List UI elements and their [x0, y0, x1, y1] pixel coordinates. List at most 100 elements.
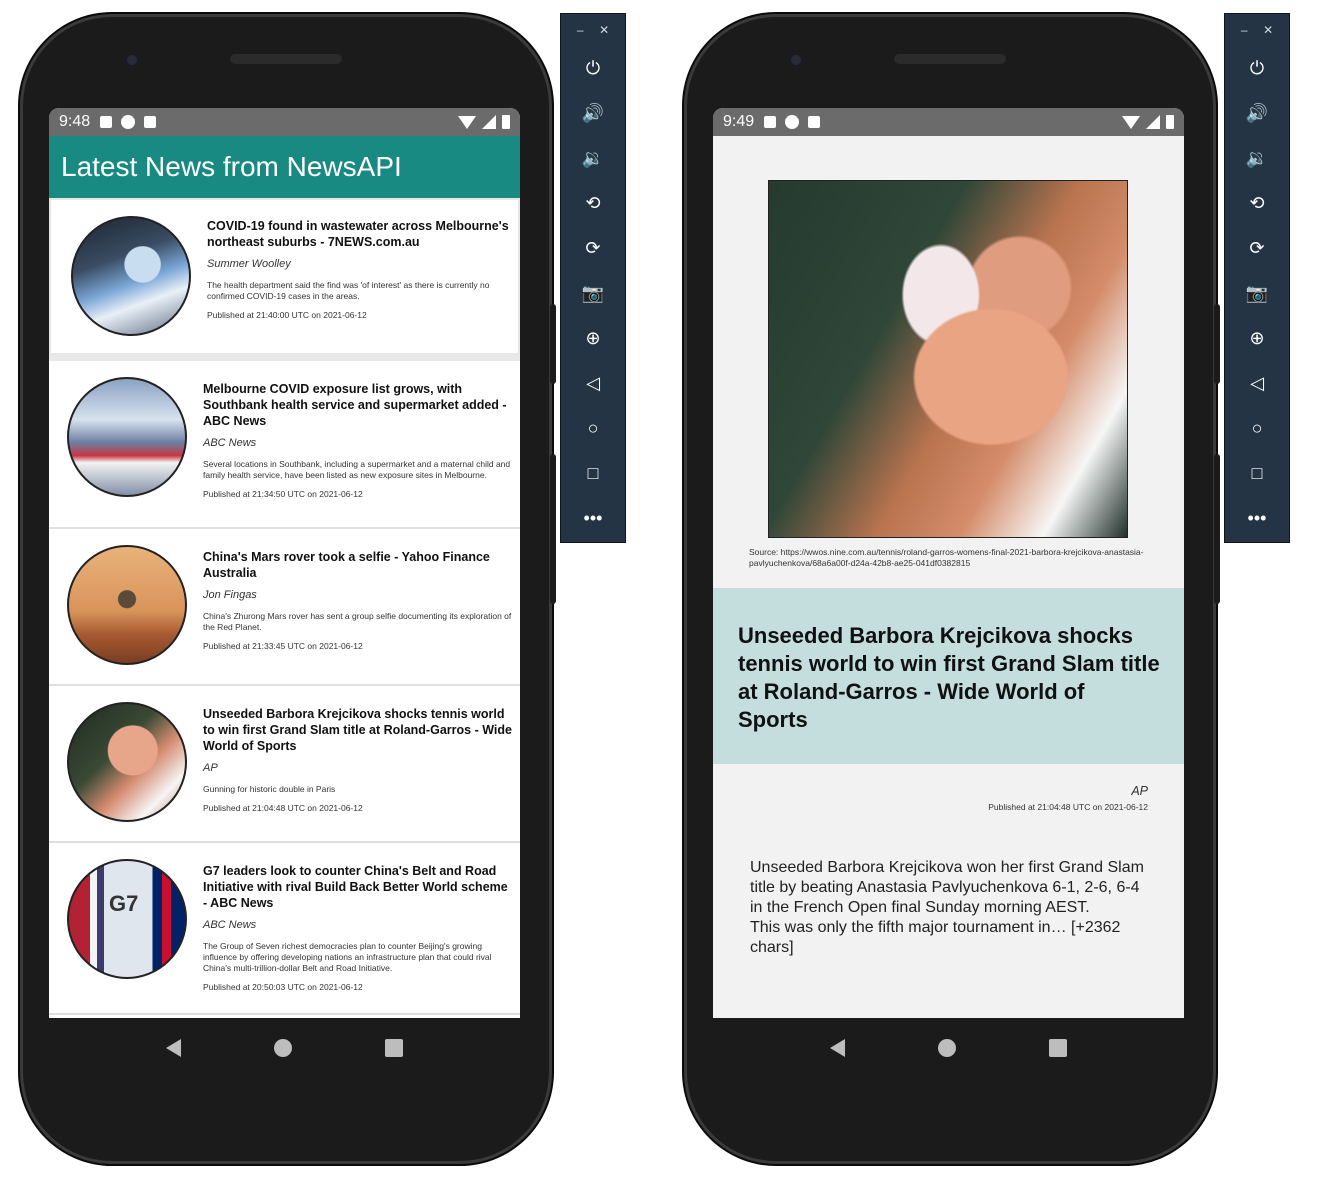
phone-frame-left: 9:48 Latest News from NewsAPI COVID-19 f… [20, 14, 556, 1164]
overview-icon[interactable]: □ [561, 451, 625, 496]
minimize-icon[interactable]: – [577, 23, 584, 37]
article-description: The Group of Seven richest democracies p… [203, 941, 492, 973]
close-icon[interactable]: ✕ [599, 23, 609, 37]
notification-a-icon [764, 116, 777, 128]
close-icon[interactable]: ✕ [1263, 23, 1273, 37]
notification-a-icon [100, 116, 113, 128]
rotate-right-icon[interactable]: ⟳ [1225, 226, 1289, 271]
more-icon[interactable]: ••• [1225, 496, 1289, 541]
rotate-left-icon[interactable]: ⟲ [561, 181, 625, 226]
article-author: ABC News [203, 919, 257, 931]
article-published: Published at 21:04:48 UTC on 2021-06-12 [203, 803, 363, 813]
power-side-button [550, 304, 556, 384]
article-published: Published at 21:33:45 UTC on 2021-06-12 [203, 641, 363, 651]
article-thumbnail [67, 702, 187, 822]
zoom-icon[interactable]: ⊕ [1225, 316, 1289, 361]
app-title: Latest News from NewsAPI [61, 151, 402, 182]
article-author: AP [203, 762, 218, 774]
article-image [768, 180, 1128, 538]
article-card[interactable]: China's Mars rover took a selfie - Yahoo… [49, 529, 520, 686]
back-icon[interactable]: ◁ [561, 361, 625, 406]
home-icon[interactable]: ○ [1225, 406, 1289, 451]
system-nav-bar [49, 1018, 520, 1078]
article-title: Melbourne COVID exposure list grows, wit… [203, 382, 507, 428]
sd-card-icon [144, 116, 157, 128]
power-icon[interactable]: ⏻ [561, 46, 625, 91]
emulator-toolbar-right: – ✕ ⏻ 🔊 🔉 ⟲ ⟳ 📷 ⊕ ◁ ○ □ ••• [1224, 13, 1290, 543]
nav-home-icon[interactable] [273, 1039, 292, 1057]
earpiece-speaker [894, 54, 1006, 64]
volume-side-button [1214, 454, 1220, 604]
minimize-icon[interactable]: – [1241, 23, 1248, 37]
status-bar: 9:48 [49, 108, 520, 136]
volume-up-icon[interactable]: 🔊 [1225, 91, 1289, 136]
zoom-icon[interactable]: ⊕ [561, 316, 625, 361]
wifi-icon [1122, 115, 1140, 129]
camera-icon[interactable]: 📷 [1225, 271, 1289, 316]
overview-icon[interactable]: □ [1225, 451, 1289, 496]
article-title: Unseeded Barbora Krejcikova shocks tenni… [203, 707, 512, 753]
article-thumbnail [67, 377, 187, 497]
article-author: AP [1131, 784, 1148, 798]
article-description: Gunning for historic double in Paris [203, 784, 336, 794]
notification-p-icon [785, 115, 800, 129]
article-title: G7 leaders look to counter China's Belt … [203, 864, 508, 910]
article-author: Summer Woolley [207, 258, 291, 270]
volume-up-icon[interactable]: 🔊 [561, 91, 625, 136]
article-card[interactable]: COVID-19 found in wastewater across Melb… [49, 198, 520, 355]
front-camera [124, 52, 140, 68]
app-bar: Latest News from NewsAPI [49, 136, 520, 198]
nav-recents-icon[interactable] [385, 1039, 404, 1057]
article-source-url[interactable]: Source: https://wwos.nine.com.au/tennis/… [749, 547, 1153, 569]
article-thumbnail: G7 [67, 859, 187, 979]
signal-icon [1146, 115, 1160, 129]
article-title: COVID-19 found in wastewater across Melb… [207, 219, 509, 249]
system-nav-bar [713, 1018, 1184, 1078]
status-time: 9:49 [723, 113, 755, 130]
wifi-icon [458, 115, 476, 129]
article-card[interactable]: Melbourne COVID exposure list grows, wit… [49, 361, 520, 529]
battery-icon [1166, 115, 1174, 129]
power-side-button [1214, 304, 1220, 384]
article-detail[interactable]: Source: https://wwos.nine.com.au/tennis/… [713, 136, 1184, 1018]
power-icon[interactable]: ⏻ [1225, 46, 1289, 91]
rotate-left-icon[interactable]: ⟲ [1225, 181, 1289, 226]
article-published: Published at 21:40:00 UTC on 2021-06-12 [207, 310, 367, 320]
article-description: Several locations in Southbank, includin… [203, 459, 511, 480]
article-published: Published at 21:34:50 UTC on 2021-06-12 [203, 489, 363, 499]
article-thumbnail [71, 216, 191, 336]
article-card[interactable]: Unseeded Barbora Krejcikova shocks tenni… [49, 686, 520, 843]
article-author: ABC News [203, 437, 257, 449]
volume-down-icon[interactable]: 🔉 [1225, 136, 1289, 181]
rotate-right-icon[interactable]: ⟳ [561, 226, 625, 271]
status-time: 9:48 [59, 113, 91, 130]
article-detail-screen: 9:49 Source: https://wwos.nine.com.au/te… [713, 108, 1184, 1018]
back-icon[interactable]: ◁ [1225, 361, 1289, 406]
volume-down-icon[interactable]: 🔉 [561, 136, 625, 181]
signal-icon [482, 115, 496, 129]
more-icon[interactable]: ••• [561, 496, 625, 541]
nav-home-icon[interactable] [937, 1039, 956, 1057]
sd-card-icon [808, 116, 821, 128]
emulator-toolbar-left: – ✕ ⏻ 🔊 🔉 ⟲ ⟳ 📷 ⊕ ◁ ○ □ ••• [560, 13, 626, 543]
article-author: Jon Fingas [203, 589, 257, 601]
nav-recents-icon[interactable] [1049, 1039, 1068, 1057]
status-bar: 9:49 [713, 108, 1184, 136]
article-card[interactable]: G7 G7 leaders look to counter China's Be… [49, 843, 520, 1015]
phone-frame-right: 9:49 Source: https://wwos.nine.com.au/te… [684, 14, 1220, 1164]
nav-back-icon[interactable] [165, 1039, 181, 1057]
g7-logo-text: G7 [109, 891, 139, 916]
nav-back-icon[interactable] [829, 1039, 845, 1057]
earpiece-speaker [230, 54, 342, 64]
article-title: Unseeded Barbora Krejcikova shocks tenni… [738, 623, 1160, 732]
news-list-screen: 9:48 Latest News from NewsAPI COVID-19 f… [49, 108, 520, 1018]
notification-p-icon [121, 115, 136, 129]
article-description: China's Zhurong Mars rover has sent a gr… [203, 611, 512, 632]
article-published: Published at 21:04:48 UTC on 2021-06-12 [988, 802, 1148, 812]
article-title-box: Unseeded Barbora Krejcikova shocks tenni… [713, 588, 1184, 764]
article-list[interactable]: COVID-19 found in wastewater across Melb… [49, 198, 520, 1015]
article-content: Unseeded Barbora Krejcikova won her firs… [750, 859, 1144, 956]
front-camera [788, 52, 804, 68]
home-icon[interactable]: ○ [561, 406, 625, 451]
camera-icon[interactable]: 📷 [561, 271, 625, 316]
